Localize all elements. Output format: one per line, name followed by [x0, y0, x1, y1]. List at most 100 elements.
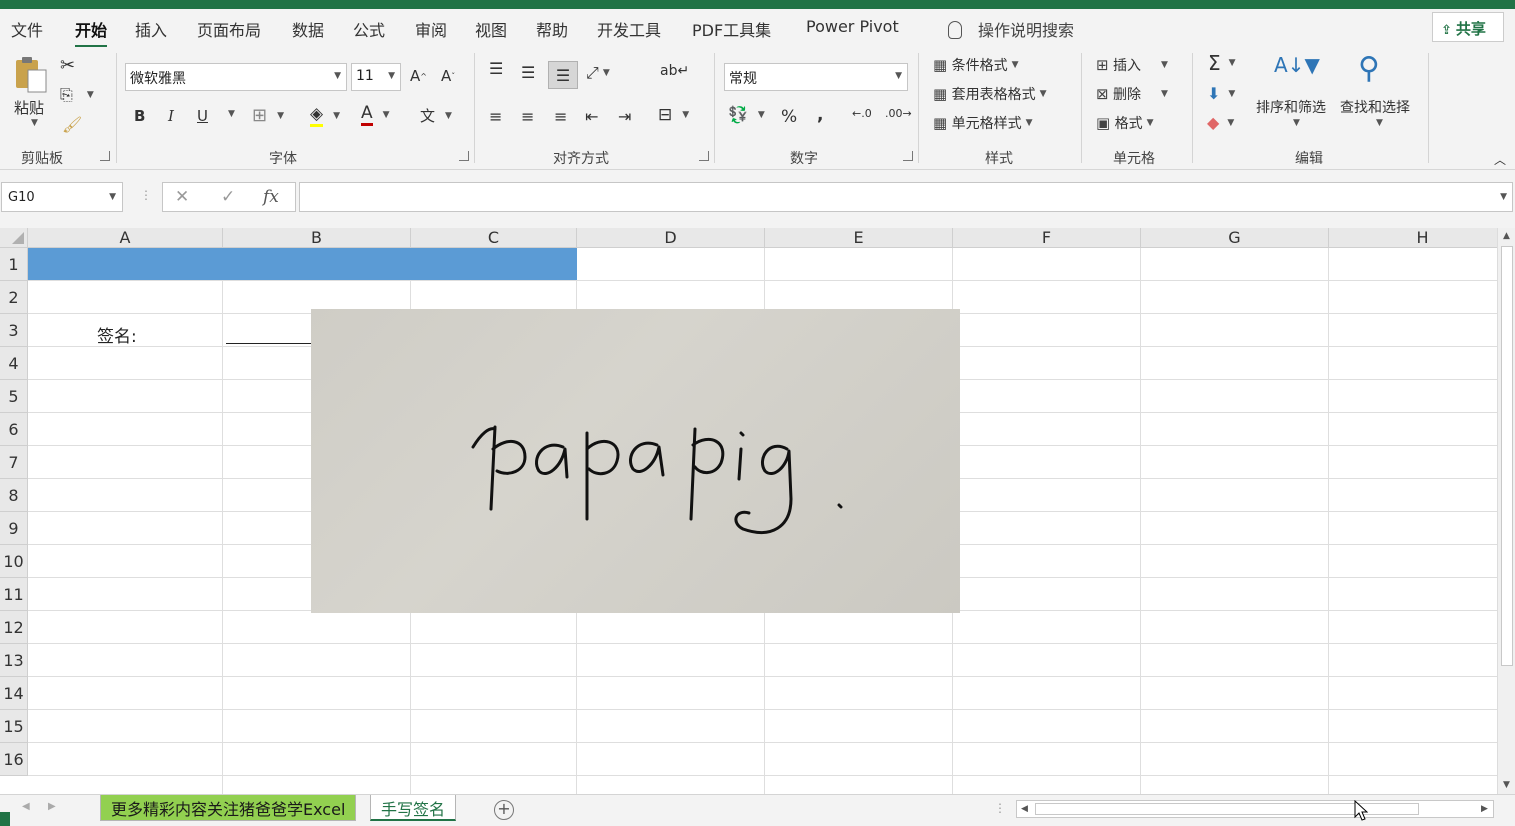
comma-button[interactable]: ,: [817, 105, 823, 125]
increase-font-icon[interactable]: A ^: [410, 67, 427, 85]
paste-label[interactable]: 粘贴: [14, 97, 44, 118]
row-header-12[interactable]: 12: [0, 611, 28, 644]
delete-cells-button[interactable]: ⊠ 删除 ▼: [1096, 84, 1168, 104]
row-header-8[interactable]: 8: [0, 479, 28, 512]
row-header-10[interactable]: 10: [0, 545, 28, 578]
insert-cells-button[interactable]: ⊞ 插入 ▼: [1096, 55, 1168, 75]
tab-view[interactable]: 视图: [475, 17, 507, 41]
font-name-select[interactable]: 微软雅黑 ▼: [125, 63, 347, 91]
tab-help[interactable]: 帮助: [536, 17, 568, 41]
row-header-7[interactable]: 7: [0, 446, 28, 479]
column-header-h[interactable]: H: [1329, 228, 1497, 248]
borders-icon[interactable]: ⊞ ▼: [252, 105, 284, 126]
tab-data[interactable]: 数据: [292, 17, 324, 41]
formula-input[interactable]: ▼: [299, 182, 1513, 212]
align-right-icon[interactable]: ≡: [554, 107, 567, 126]
number-format-select[interactable]: 常规 ▼: [724, 63, 908, 91]
fill-icon[interactable]: ⬇ ▼: [1207, 84, 1235, 103]
italic-button[interactable]: I: [168, 107, 174, 125]
scroll-left-icon[interactable]: ◀: [1021, 804, 1028, 814]
tab-insert[interactable]: 插入: [135, 17, 167, 41]
row-header-15[interactable]: 15: [0, 710, 28, 743]
font-color-icon[interactable]: A ▼: [361, 103, 390, 126]
column-header-c[interactable]: C: [411, 228, 577, 248]
cell-a3-label[interactable]: 签名:: [97, 322, 137, 347]
share-button[interactable]: ⇪ 共享: [1432, 12, 1504, 42]
bold-button[interactable]: B: [134, 107, 145, 125]
name-box[interactable]: G10 ▼: [1, 182, 123, 212]
orientation-icon[interactable]: ⤢ ▼: [586, 63, 610, 83]
tab-review[interactable]: 审阅: [415, 17, 447, 41]
select-all-icon[interactable]: [0, 228, 28, 248]
sort-filter-dropdown-icon[interactable]: ▼: [1289, 118, 1300, 128]
row-header-13[interactable]: 13: [0, 644, 28, 677]
column-header-a[interactable]: A: [28, 228, 223, 248]
handwritten-signature-image[interactable]: [311, 309, 960, 613]
decrease-decimal-icon[interactable]: .00→: [885, 107, 912, 120]
worksheet-grid[interactable]: A B C D E F G H 1 2 3 4 5 6 7 8 9 10 11 12 13 14 15 16 …: [0, 228, 1497, 794]
row1-filled-cells[interactable]: [28, 248, 577, 280]
clear-icon[interactable]: ◆ ▼: [1207, 113, 1234, 132]
vertical-scroll-thumb[interactable]: [1501, 246, 1513, 666]
insert-function-icon[interactable]: fx: [263, 187, 279, 207]
vertical-scrollbar[interactable]: ▲ ▼: [1497, 228, 1515, 794]
tell-me-search[interactable]: 操作说明搜索: [948, 17, 1074, 41]
sort-filter-button[interactable]: 排序和筛选: [1256, 97, 1326, 117]
prev-sheet-icon[interactable]: ◀: [22, 801, 30, 812]
tab-developer[interactable]: 开发工具: [597, 17, 661, 41]
clipboard-launcher-icon[interactable]: [100, 151, 110, 161]
tab-page-layout[interactable]: 页面布局: [197, 17, 261, 41]
tab-split-grip-icon[interactable]: ⋮: [994, 801, 1006, 815]
row-header-11[interactable]: 11: [0, 578, 28, 611]
align-top-icon[interactable]: ☰: [489, 59, 503, 78]
find-select-dropdown-icon[interactable]: ▼: [1372, 118, 1383, 128]
font-launcher-icon[interactable]: [459, 151, 469, 161]
tab-power-pivot[interactable]: Power Pivot: [806, 17, 899, 36]
row-header-14[interactable]: 14: [0, 677, 28, 710]
sheet-tab-more-content[interactable]: 更多精彩内容关注猪爸爸学Excel: [100, 795, 357, 821]
align-middle-icon[interactable]: ☰: [521, 63, 535, 82]
tab-file[interactable]: 文件: [11, 17, 43, 41]
column-header-d[interactable]: D: [577, 228, 765, 248]
row-header-2[interactable]: 2: [0, 281, 28, 314]
column-header-g[interactable]: G: [1141, 228, 1329, 248]
align-left-icon[interactable]: ≡: [489, 107, 502, 126]
underline-dropdown-icon[interactable]: ▼: [224, 109, 235, 119]
decrease-font-icon[interactable]: Aˇ: [441, 67, 455, 85]
font-size-select[interactable]: 11 ▼: [351, 63, 401, 91]
align-bottom-icon[interactable]: ☰: [548, 61, 578, 89]
wrap-text-icon[interactable]: ab↵: [660, 63, 689, 79]
currency-icon[interactable]: 💱 ▼: [728, 105, 765, 124]
horizontal-scrollbar[interactable]: ◀ ▶: [1016, 800, 1494, 818]
increase-indent-icon[interactable]: ⇥: [618, 107, 631, 126]
number-launcher-icon[interactable]: [903, 151, 913, 161]
scroll-down-icon[interactable]: ▼: [1503, 780, 1510, 790]
phonetic-icon[interactable]: 文 ▼: [420, 105, 452, 126]
scroll-right-icon[interactable]: ▶: [1481, 804, 1488, 814]
row-header-1[interactable]: 1: [0, 248, 28, 281]
paste-icon[interactable]: [14, 56, 48, 94]
merge-center-icon[interactable]: ⊟ ▼: [658, 105, 689, 125]
collapse-ribbon-icon[interactable]: ︿: [1494, 151, 1506, 168]
sheet-tab-handwritten-signature[interactable]: 手写签名: [370, 795, 457, 821]
row-header-9[interactable]: 9: [0, 512, 28, 545]
cut-icon[interactable]: ✂: [60, 55, 75, 76]
tab-home[interactable]: 开始: [75, 17, 108, 48]
underline-button[interactable]: U: [197, 107, 208, 125]
fill-color-icon[interactable]: ◈ ▼: [310, 104, 340, 127]
formula-bar-grip-icon[interactable]: ⋮: [140, 188, 152, 202]
percent-button[interactable]: %: [781, 107, 797, 127]
autosum-button[interactable]: Σ ▼: [1208, 51, 1236, 75]
row-header-6[interactable]: 6: [0, 413, 28, 446]
format-painter-icon[interactable]: 🖌: [62, 115, 82, 134]
row-header-4[interactable]: 4: [0, 347, 28, 380]
copy-icon[interactable]: ⎘ ▼: [60, 85, 94, 105]
add-sheet-icon[interactable]: +: [494, 800, 514, 820]
row-header-5[interactable]: 5: [0, 380, 28, 413]
format-as-table-button[interactable]: ▦ 套用表格格式 ▼: [933, 84, 1047, 104]
row-header-16[interactable]: 16: [0, 743, 28, 776]
cancel-icon[interactable]: ✕: [175, 187, 189, 207]
paste-dropdown-icon[interactable]: ▼: [27, 118, 38, 128]
tab-pdf-tools[interactable]: PDF工具集: [692, 17, 771, 41]
enter-icon[interactable]: ✓: [221, 187, 235, 207]
